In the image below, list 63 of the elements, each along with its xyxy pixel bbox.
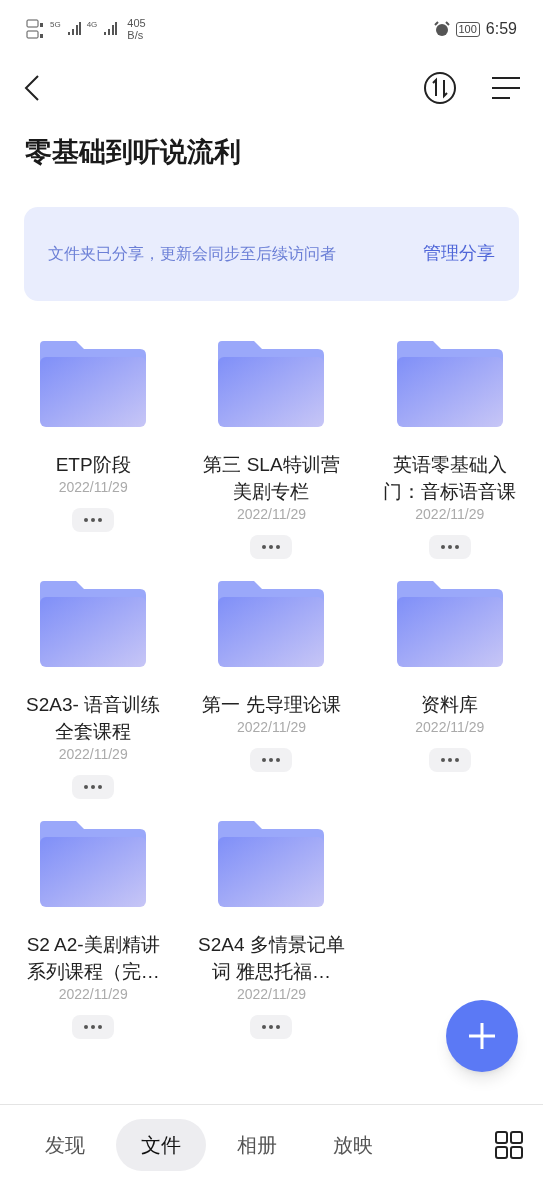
more-icon: [261, 757, 282, 762]
alarm-icon: [433, 21, 450, 37]
menu-icon[interactable]: [491, 76, 521, 100]
more-button[interactable]: [250, 534, 293, 559]
signal-icon: [66, 21, 81, 37]
clock-time: 6:59: [485, 19, 517, 39]
folder-icon: [40, 820, 147, 907]
network-speed: 405: [127, 17, 146, 29]
folder-icon: [218, 820, 325, 907]
nav-tab[interactable]: 相册: [212, 1119, 302, 1171]
folder-icon: [218, 340, 325, 427]
folder-date: 2022/11/29: [236, 984, 306, 1003]
sort-icon[interactable]: [423, 71, 457, 105]
grid-icon[interactable]: [495, 1131, 523, 1159]
folder-icon: [396, 580, 503, 667]
more-button[interactable]: [72, 1014, 115, 1039]
folder-name[interactable]: 第三 SLA特训营美剧专栏: [196, 450, 347, 505]
signal-icon: [103, 21, 118, 37]
share-message: 文件夹已分享，更新会同步至后续访问者: [48, 243, 336, 264]
folder-date: 2022/11/29: [58, 984, 128, 1003]
page-title: 零基础到听说流利: [24, 136, 242, 169]
folder-date: 2022/11/29: [58, 744, 128, 763]
back-icon[interactable]: [22, 74, 42, 102]
more-icon: [83, 784, 104, 789]
folder-icon: [40, 340, 147, 427]
nav-tab[interactable]: 放映: [308, 1119, 398, 1171]
folder-date: 2022/11/29: [236, 717, 306, 736]
folder-date: 2022/11/29: [58, 477, 128, 496]
folder-name[interactable]: 英语零基础入门：音标语音课: [374, 450, 525, 505]
more-button[interactable]: [428, 534, 471, 559]
folder-name[interactable]: 第一 先导理论课: [196, 690, 347, 718]
folder-date: 2022/11/29: [415, 717, 485, 736]
plus-icon: [467, 1021, 497, 1051]
folder-icon: [218, 580, 325, 667]
network-label: 5G: [50, 19, 61, 31]
more-button[interactable]: [428, 747, 471, 772]
folder-date: 2022/11/29: [415, 504, 485, 523]
more-button[interactable]: [250, 1014, 293, 1039]
add-button[interactable]: [446, 1000, 518, 1072]
folder-icon: [40, 580, 147, 667]
more-button[interactable]: [72, 774, 115, 799]
nav-tab[interactable]: 文件: [116, 1119, 206, 1171]
more-icon: [83, 1024, 104, 1029]
folder-name[interactable]: ETP阶段: [18, 450, 169, 478]
more-icon: [439, 544, 460, 549]
battery-indicator: 100: [455, 21, 480, 37]
more-icon: [261, 1024, 282, 1029]
speed-unit: B/s: [127, 29, 145, 41]
folder-icon: [396, 340, 503, 427]
folder-date: 2022/11/29: [236, 504, 306, 523]
folder-name[interactable]: S2A3- 语音训练全套课程: [18, 690, 169, 745]
more-icon: [261, 544, 282, 549]
network-label: 4G: [86, 19, 98, 31]
more-button[interactable]: [250, 747, 293, 772]
sim-icon: [26, 18, 44, 40]
nav-tab[interactable]: 发现: [20, 1119, 110, 1171]
folder-name[interactable]: S2A4 多情景记单词 雅思托福…: [196, 930, 347, 985]
more-button[interactable]: [72, 507, 115, 532]
more-icon: [83, 517, 104, 522]
manage-share-link[interactable]: 管理分享: [423, 240, 495, 267]
more-icon: [439, 757, 460, 762]
folder-name[interactable]: S2 A2-美剧精讲系列课程（完…: [18, 930, 169, 985]
folder-name[interactable]: 资料库: [374, 690, 525, 718]
